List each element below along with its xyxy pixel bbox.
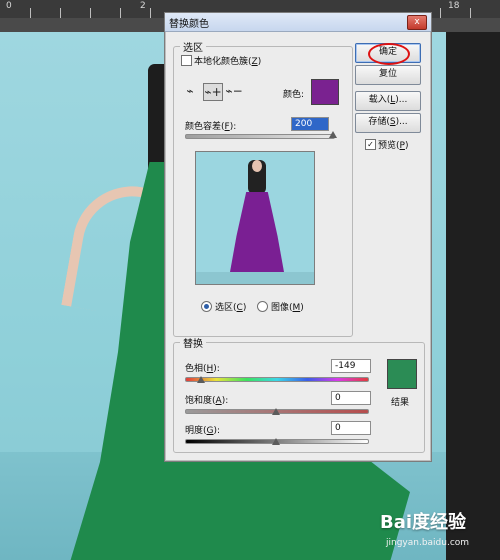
ruler-number: 2 — [140, 1, 146, 11]
eyedropper-icon[interactable]: ⌁ — [181, 83, 199, 99]
close-icon[interactable]: x — [407, 15, 427, 30]
saturation-label: 饱和度(A): — [185, 396, 229, 406]
selection-radio-label: 选区(C) — [215, 303, 247, 313]
annotation-ring — [368, 43, 410, 65]
baidu-watermark: Bai度经验 jingyan.baidu.com — [380, 508, 498, 558]
result-color-swatch[interactable] — [387, 359, 417, 389]
ruler-number: 0 — [6, 1, 12, 11]
lightness-slider-thumb[interactable] — [272, 438, 280, 445]
result-label: 结果 — [391, 398, 410, 408]
replace-legend: 替换 — [183, 339, 203, 350]
color-label: 颜色: — [283, 90, 305, 100]
selection-legend: 选区 — [183, 43, 203, 54]
replace-color-dialog: 替换颜色 x 选区 本地化颜色簇(Z) ⌁ ⌁+ ⌁− 颜色: 颜色容差(F):… — [164, 12, 432, 462]
eyedropper-plus-icon[interactable]: ⌁+ — [203, 83, 223, 101]
hue-label: 色相(H): — [185, 364, 220, 374]
ruler-tick — [60, 8, 61, 18]
fuzziness-input[interactable]: 200 — [291, 117, 329, 131]
selection-color-swatch[interactable] — [311, 79, 339, 105]
lightness-label: 明度(G): — [185, 426, 221, 436]
save-button[interactable]: 存储(S)... — [355, 113, 421, 133]
ruler-number: 18 — [448, 1, 460, 11]
eyedropper-minus-icon[interactable]: ⌁− — [225, 83, 243, 99]
localized-clusters-checkbox[interactable] — [181, 55, 192, 66]
fuzziness-slider-thumb[interactable] — [329, 131, 337, 138]
dialog-titlebar[interactable]: 替换颜色 x — [165, 13, 431, 32]
ruler-tick — [470, 8, 471, 18]
preview-checkbox[interactable]: ✓ — [365, 139, 376, 150]
saturation-input[interactable]: 0 — [331, 391, 371, 405]
watermark-url: jingyan.baidu.com — [386, 538, 470, 548]
preview-checkbox-label: 预览(P) — [378, 141, 409, 151]
ruler-tick — [90, 8, 91, 18]
ruler-tick — [150, 8, 151, 18]
right-panel — [446, 32, 500, 560]
hue-input[interactable]: -149 — [331, 359, 371, 373]
load-button[interactable]: 载入(L)... — [355, 91, 421, 111]
ruler-tick — [120, 8, 121, 18]
reset-button[interactable]: 复位 — [355, 65, 421, 85]
selection-preview — [195, 151, 315, 285]
hue-slider[interactable] — [185, 377, 369, 382]
dialog-title: 替换颜色 — [169, 19, 209, 30]
saturation-slider-thumb[interactable] — [272, 408, 280, 415]
preview-dress — [230, 192, 284, 272]
preview-head — [252, 160, 262, 172]
lightness-input[interactable]: 0 — [331, 421, 371, 435]
image-radio[interactable] — [257, 301, 268, 312]
image-radio-label: 图像(M) — [271, 303, 304, 313]
hue-slider-thumb[interactable] — [197, 376, 205, 383]
preview-floor — [196, 272, 314, 284]
fuzziness-label: 颜色容差(F): — [185, 122, 237, 132]
ruler-tick — [440, 8, 441, 18]
localized-clusters-label: 本地化颜色簇(Z) — [194, 57, 262, 67]
ruler-tick — [30, 8, 31, 18]
fuzziness-slider[interactable] — [185, 134, 335, 139]
watermark-main: Bai度经验 — [380, 512, 467, 533]
selection-radio[interactable] — [201, 301, 212, 312]
